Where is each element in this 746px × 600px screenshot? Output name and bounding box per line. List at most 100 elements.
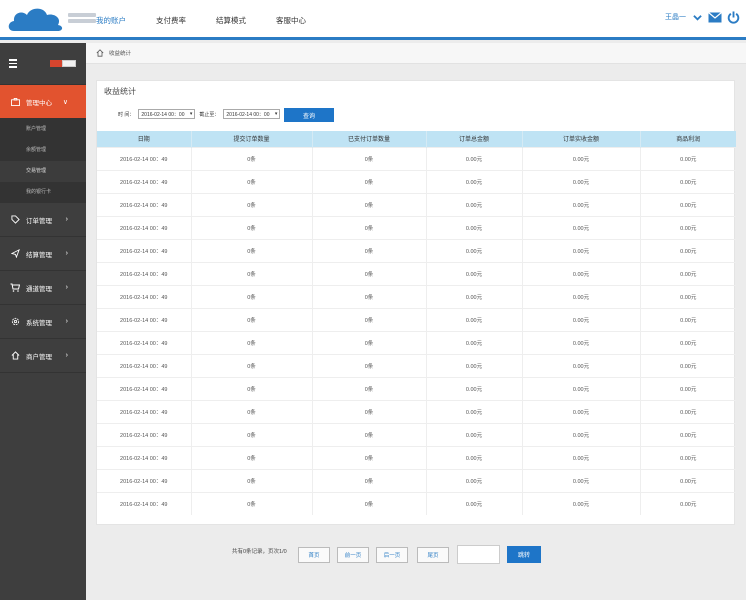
dropdown-arrow-icon: ▾ <box>189 111 193 117</box>
cell-total: 0.00元 <box>426 422 523 446</box>
nav-payment-rate[interactable]: 支付费率 <box>156 0 186 40</box>
lock-button[interactable] <box>50 60 62 67</box>
cell-received: 0.00元 <box>522 307 641 331</box>
cell-received: 0.00元 <box>522 169 641 193</box>
column-header-submitted: 提交订单数量 <box>191 131 313 147</box>
page-number-input[interactable] <box>457 545 500 564</box>
nav-customer-service[interactable]: 客服中心 <box>276 0 306 40</box>
table-row: 2016-02-14 00：49 0条 0条 0.00元 0.00元 0.00元 <box>97 376 736 400</box>
cell-profit: 0.00元 <box>640 146 736 170</box>
first-page-button[interactable]: 首页 <box>298 547 330 563</box>
cell-received: 0.00元 <box>522 376 641 400</box>
next-page-button[interactable]: 后一页 <box>376 547 408 563</box>
cell-total: 0.00元 <box>426 399 523 423</box>
cell-paid: 0条 <box>312 261 427 285</box>
cell-submitted: 0条 <box>191 192 313 216</box>
sidebar-item-label: 系统管理 <box>26 319 52 327</box>
column-header-paid: 已支付订单数量 <box>312 131 427 147</box>
user-area: 王晶一 <box>665 10 740 24</box>
cell-received: 0.00元 <box>522 353 641 377</box>
cell-date: 2016-02-14 00：49 <box>97 192 192 216</box>
cell-date: 2016-02-14 00：49 <box>97 468 192 492</box>
cell-date: 2016-02-14 00：49 <box>97 307 192 331</box>
cell-profit: 0.00元 <box>640 192 736 216</box>
sidebar-item-settlement[interactable]: 结算管理 › <box>0 237 86 271</box>
jump-button[interactable]: 跳转 <box>507 546 541 563</box>
table-row: 2016-02-14 00：49 0条 0条 0.00元 0.00元 0.00元 <box>97 261 736 285</box>
table-row: 2016-02-14 00：49 0条 0条 0.00元 0.00元 0.00元 <box>97 307 736 331</box>
cell-paid: 0条 <box>312 445 427 469</box>
send-icon <box>10 249 20 259</box>
mail-icon[interactable] <box>708 10 722 24</box>
date-filter: 时 间： 2016-02-14 00：00 ▾ 截止至： 2016-02-14 … <box>118 109 284 119</box>
cell-profit: 0.00元 <box>640 491 736 515</box>
dropdown-arrow-icon: ▾ <box>274 111 278 117</box>
cell-total: 0.00元 <box>426 468 523 492</box>
table-row: 2016-02-14 00：49 0条 0条 0.00元 0.00元 0.00元 <box>97 169 736 193</box>
sidebar-item-merchants[interactable]: 商户管理 › <box>0 339 86 373</box>
cell-received: 0.00元 <box>522 330 641 354</box>
table-row: 2016-02-14 00：49 0条 0条 0.00元 0.00元 0.00元 <box>97 330 736 354</box>
cell-submitted: 0条 <box>191 491 313 515</box>
cell-total: 0.00元 <box>426 215 523 239</box>
cell-submitted: 0条 <box>191 353 313 377</box>
cell-paid: 0条 <box>312 192 427 216</box>
cell-total: 0.00元 <box>426 261 523 285</box>
cell-submitted: 0条 <box>191 238 313 262</box>
cell-submitted: 0条 <box>191 261 313 285</box>
cell-profit: 0.00元 <box>640 238 736 262</box>
home-icon[interactable] <box>96 49 104 57</box>
end-date-value: 2016-02-14 00：00 <box>226 111 270 118</box>
sidebar-item-label: 商户管理 <box>26 353 52 361</box>
cell-total: 0.00元 <box>426 445 523 469</box>
cell-total: 0.00元 <box>426 491 523 515</box>
sidebar-sub-account[interactable]: 账户管理 <box>0 119 86 140</box>
cell-submitted: 0条 <box>191 169 313 193</box>
cell-total: 0.00元 <box>426 146 523 170</box>
cell-total: 0.00元 <box>426 169 523 193</box>
cell-submitted: 0条 <box>191 330 313 354</box>
last-page-button[interactable]: 尾页 <box>417 547 449 563</box>
user-name[interactable]: 王晶一 <box>665 12 686 22</box>
start-date-select[interactable]: 2016-02-14 00：00 ▾ <box>138 109 196 119</box>
cell-submitted: 0条 <box>191 376 313 400</box>
cell-submitted: 0条 <box>191 399 313 423</box>
theme-button[interactable] <box>62 60 76 67</box>
cell-paid: 0条 <box>312 284 427 308</box>
table-row: 2016-02-14 00：49 0条 0条 0.00元 0.00元 0.00元 <box>97 399 736 423</box>
sidebar-sub-transactions[interactable]: 交易管理 <box>0 161 86 182</box>
nav-my-account[interactable]: 我的账户 <box>96 0 126 40</box>
end-date-select[interactable]: 2016-02-14 00：00 ▾ <box>223 109 281 119</box>
cell-date: 2016-02-14 00：49 <box>97 215 192 239</box>
cell-date: 2016-02-14 00：49 <box>97 376 192 400</box>
cell-date: 2016-02-14 00：49 <box>97 146 192 170</box>
sidebar-item-orders[interactable]: 订单管理 › <box>0 203 86 237</box>
table-body: 2016-02-14 00：49 0条 0条 0.00元 0.00元 0.00元 2016-… <box>97 146 736 515</box>
cell-paid: 0条 <box>312 399 427 423</box>
time-label: 时 间： <box>118 111 135 118</box>
cell-paid: 0条 <box>312 307 427 331</box>
prev-page-button[interactable]: 前一页 <box>337 547 369 563</box>
revenue-table: 日期 提交订单数量 已支付订单数量 订单总金额 订单实收金额 商品利润 2016… <box>97 131 736 515</box>
cell-profit: 0.00元 <box>640 330 736 354</box>
cell-profit: 0.00元 <box>640 261 736 285</box>
sidebar-sub-bank-cards[interactable]: 我的银行卡 <box>0 182 86 203</box>
sidebar-sub-balance[interactable]: 余额管理 <box>0 140 86 161</box>
power-icon[interactable] <box>726 10 740 24</box>
chevron-down-icon[interactable] <box>690 10 704 24</box>
cell-received: 0.00元 <box>522 192 641 216</box>
sidebar-item-management-center[interactable]: 管理中心 ∨ <box>0 85 86 119</box>
sidebar-item-system[interactable]: 系统管理 › <box>0 305 86 339</box>
cell-total: 0.00元 <box>426 307 523 331</box>
cell-profit: 0.00元 <box>640 445 736 469</box>
chevron-right-icon: › <box>65 318 68 325</box>
cell-received: 0.00元 <box>522 146 641 170</box>
query-button[interactable]: 查询 <box>284 108 334 122</box>
menu-icon[interactable] <box>9 59 17 70</box>
sidebar-item-channels[interactable]: 通道管理 › <box>0 271 86 305</box>
breadcrumb: 收益统计 <box>86 43 746 64</box>
nav-settlement-mode[interactable]: 结算模式 <box>216 0 246 40</box>
briefcase-icon <box>10 97 20 107</box>
cell-total: 0.00元 <box>426 376 523 400</box>
cell-received: 0.00元 <box>522 284 641 308</box>
